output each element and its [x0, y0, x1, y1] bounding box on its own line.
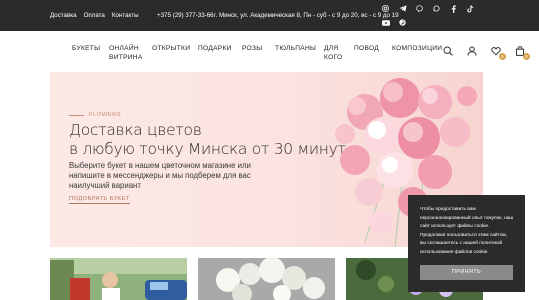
pick-bouquet-button[interactable]: ПОДОБРАТЬ БУКЕТ	[69, 196, 130, 204]
header-icons: 0 0	[443, 46, 530, 60]
user-icon[interactable]	[467, 46, 477, 56]
telegram-icon[interactable]	[398, 4, 407, 13]
delivery-link[interactable]: Доставка	[50, 12, 77, 19]
eyebrow-text: FLOWERS	[89, 112, 122, 118]
payment-link[interactable]: Оплата	[84, 12, 105, 19]
product-card-2-image[interactable]	[198, 258, 335, 300]
favorites-count: 0	[499, 53, 506, 60]
instagram-icon[interactable]	[381, 4, 390, 13]
nav-for-whom[interactable]: ДЛЯ КОГО	[324, 44, 346, 62]
pinterest-icon[interactable]	[398, 18, 407, 27]
nav-gifts[interactable]: ПОДАРКИ	[198, 44, 232, 53]
cookie-consent-banner: Чтобы предоставить вам персонализированн…	[408, 195, 525, 292]
phone-link[interactable]: +375 (29) 377-33-66	[157, 12, 214, 19]
hero-title-line-1: Доставка цветов	[69, 121, 202, 139]
accept-cookies-button[interactable]: ПРИНЯТЬ	[420, 265, 513, 280]
hero-title-line-2: в любую точку Минска от 30 минут	[69, 140, 346, 158]
hero-eyebrow: FLOWERS	[69, 112, 121, 118]
cart-count: 0	[523, 53, 530, 60]
hero-subtitle: Выберите букет в нашем цветочном магазин…	[69, 161, 251, 190]
main-nav: БУКЕТЫ ОНЛАЙН ВИТРИНА ОТКРЫТКИ ПОДАРКИ Р…	[0, 31, 539, 71]
top-links: Доставка Оплата Контакты	[50, 12, 139, 19]
nav-tulips[interactable]: ТЮЛЬПАНЫ	[275, 44, 316, 53]
viber-icon[interactable]	[415, 4, 424, 13]
favorites-icon[interactable]: 0	[491, 46, 506, 60]
social-row-1	[381, 4, 475, 13]
tiktok-icon[interactable]	[466, 4, 475, 13]
search-icon[interactable]	[443, 46, 453, 56]
product-card-1-image[interactable]	[50, 258, 187, 300]
eyebrow-line	[69, 114, 84, 116]
youtube-icon[interactable]	[381, 18, 390, 27]
contacts-link[interactable]: Контакты	[112, 12, 139, 19]
nav-roses[interactable]: РОЗЫ	[242, 44, 262, 53]
hero-title: Доставка цветов в любую точку Минска от …	[69, 121, 346, 159]
cookie-text: Чтобы предоставить вам персонализированн…	[420, 207, 514, 255]
nav-bouquets[interactable]: БУКЕТЫ	[72, 44, 100, 53]
nav-occasion[interactable]: ПОВОД	[354, 44, 379, 53]
nav-online-showcase[interactable]: ОНЛАЙН ВИТРИНА	[109, 44, 145, 62]
address-text: г. Минск, ул. Академическая 8, Пн - суб …	[214, 12, 399, 19]
nav-cards[interactable]: ОТКРЫТКИ	[152, 44, 190, 53]
whatsapp-icon[interactable]	[432, 4, 441, 13]
facebook-icon[interactable]	[449, 4, 458, 13]
nav-compositions[interactable]: КОМПОЗИЦИИ	[392, 44, 442, 53]
social-row-2	[381, 18, 407, 27]
top-bar: Доставка Оплата Контакты +375 (29) 377-3…	[0, 0, 539, 31]
cart-icon[interactable]: 0	[515, 46, 530, 60]
